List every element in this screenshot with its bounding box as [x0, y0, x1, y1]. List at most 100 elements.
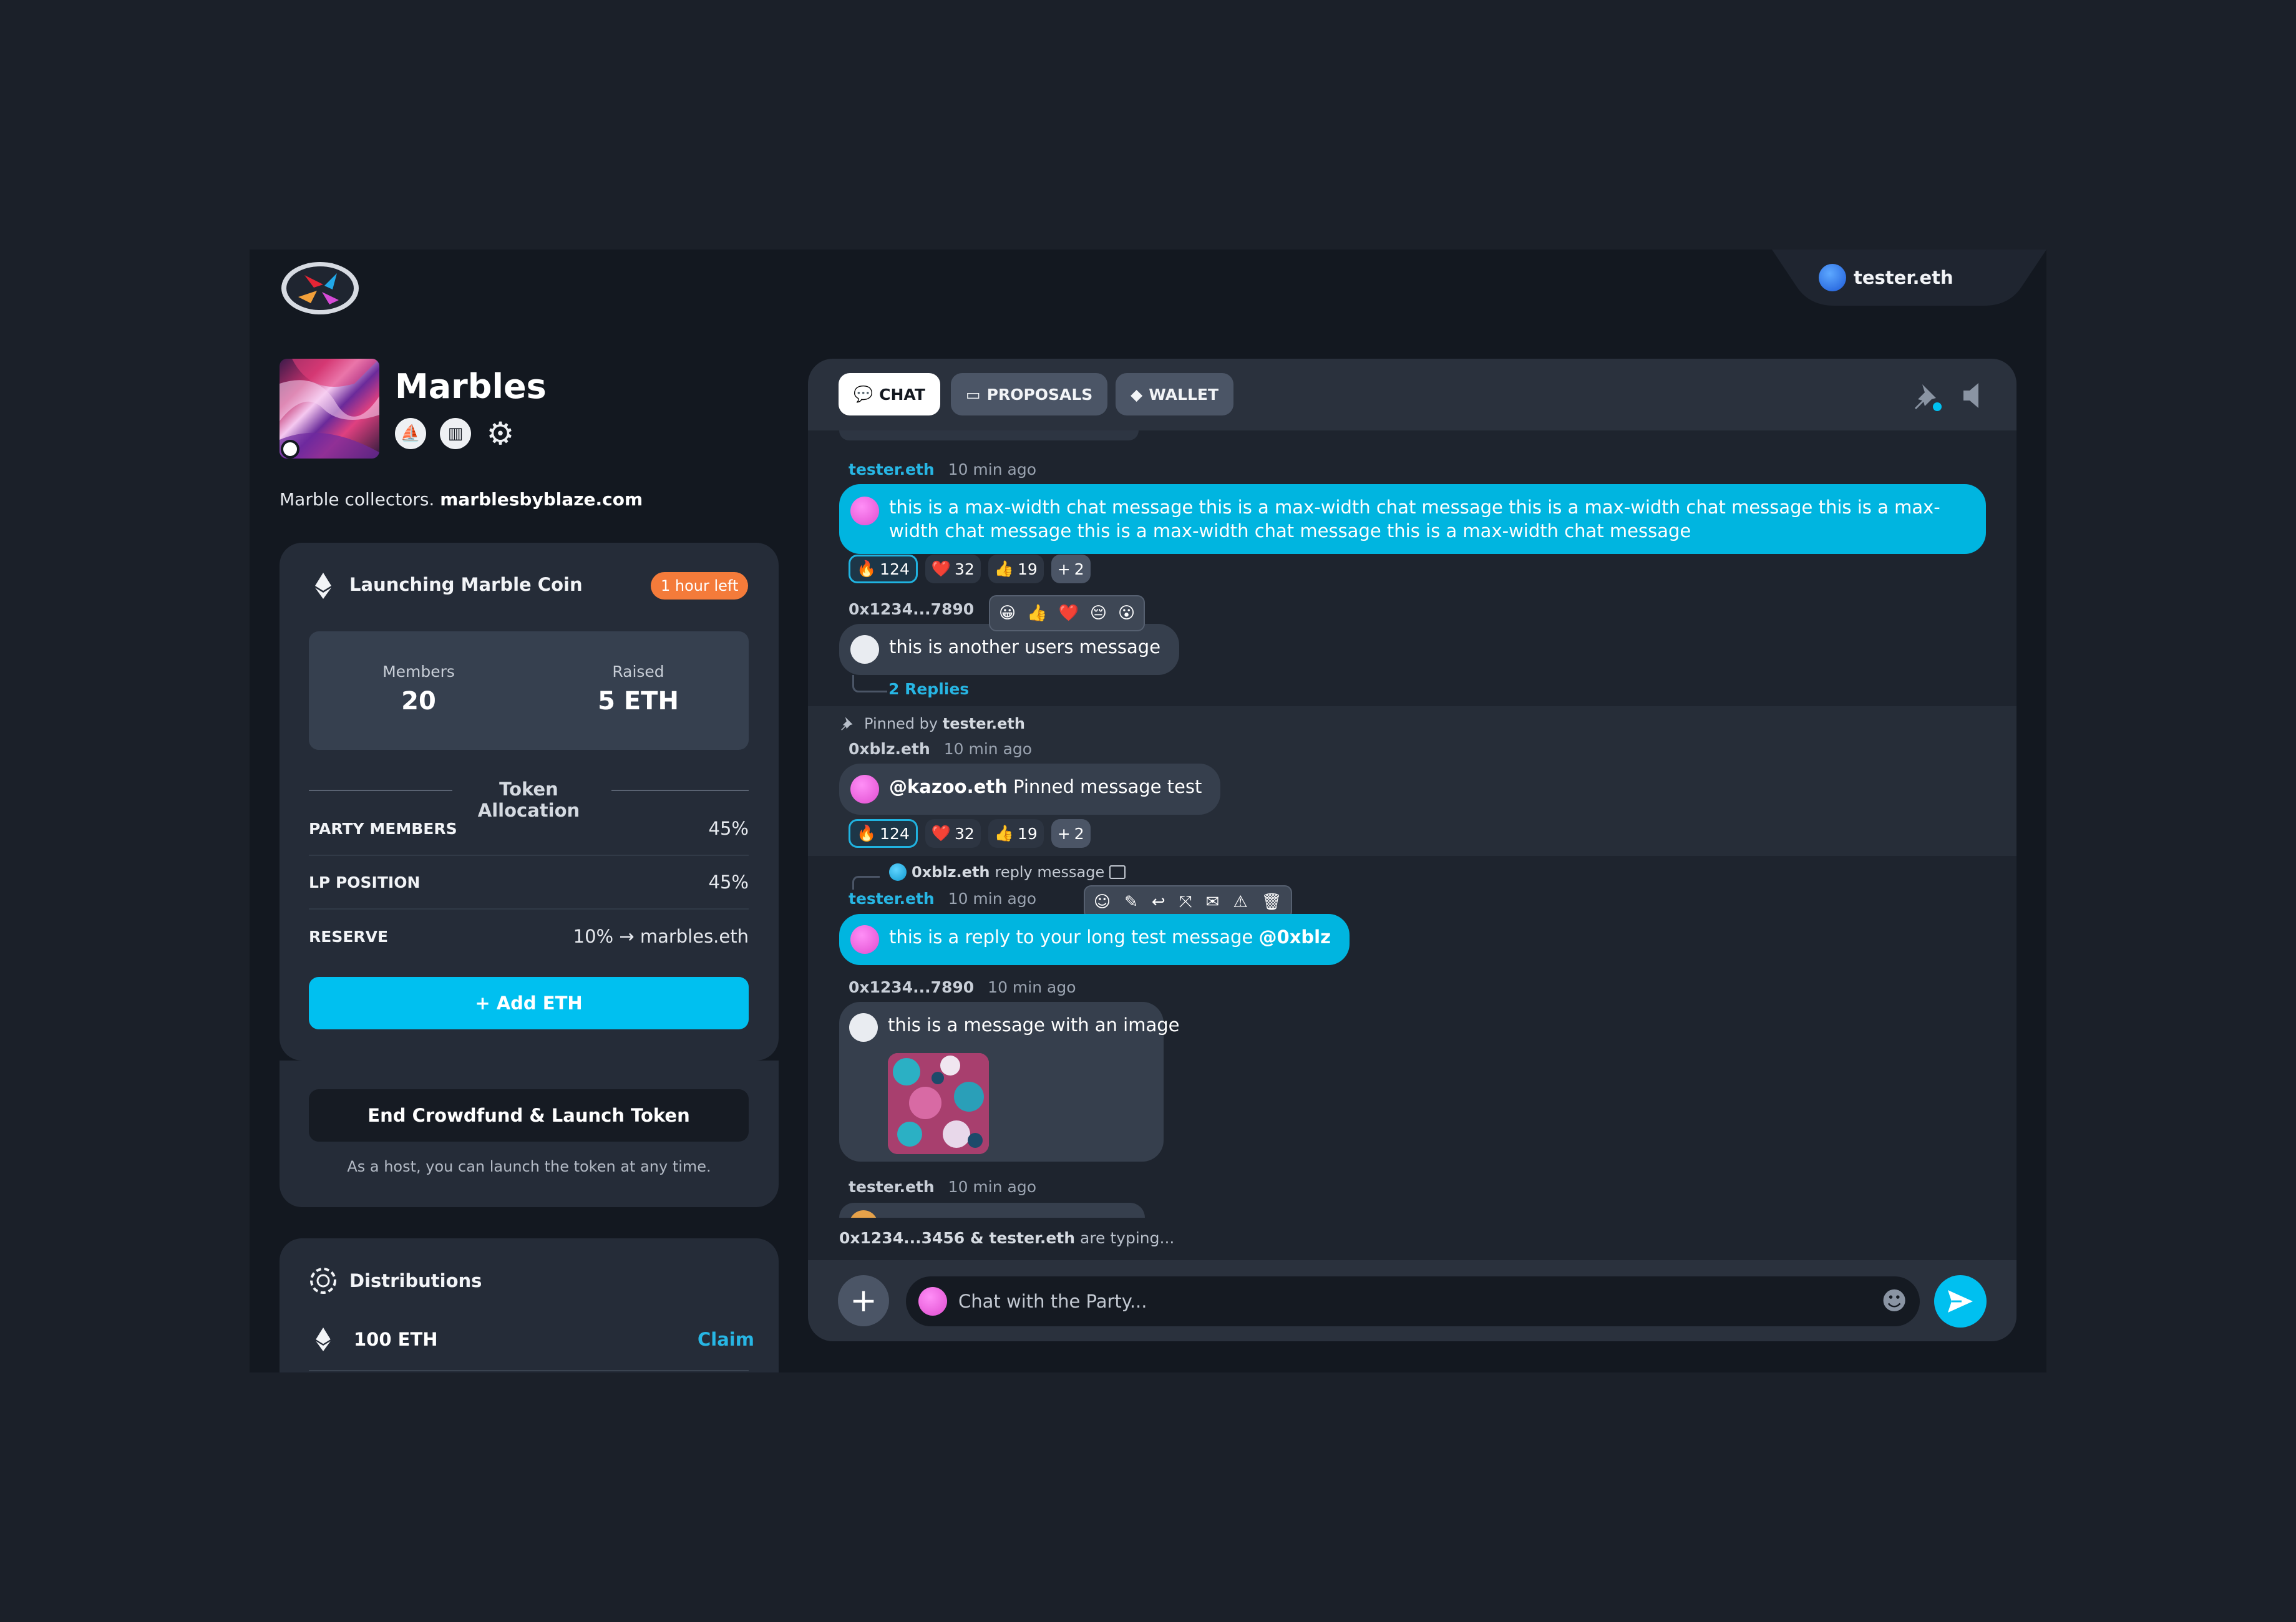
reaction-heart[interactable]: ❤️ 32 — [925, 555, 981, 583]
warning-icon[interactable]: ⚠ — [1233, 893, 1247, 911]
chat-message[interactable] — [839, 1203, 1145, 1218]
distributions-card — [280, 1238, 779, 1372]
tab-wallet[interactable]: ◆ WALLET — [1116, 373, 1234, 415]
allocation-divider-right — [611, 790, 749, 791]
reaction-bar: 🔥 124 ❤️ 32 👍 19 +2 — [849, 819, 1091, 848]
members-stat: Members 20 — [382, 663, 455, 716]
message-meta: tester.eth 10 min ago — [849, 1178, 1037, 1196]
gear-icon[interactable]: ⚙ — [485, 415, 516, 452]
message-meta: tester.eth 10 min ago — [849, 460, 1037, 478]
replies-link[interactable]: 2 Replies — [888, 680, 969, 698]
chat-icon: 💬 — [854, 385, 873, 403]
end-crowdfund-button[interactable]: End Crowdfund & Launch Token — [309, 1089, 749, 1142]
chat-message[interactable]: this is a max-width chat message this is… — [839, 484, 1986, 554]
claim-button[interactable]: Claim — [698, 1329, 754, 1350]
avatar — [849, 1210, 878, 1218]
party-status-icon — [281, 440, 299, 459]
party-logo-icon[interactable] — [280, 260, 361, 317]
pin-notifications-icon[interactable] — [1911, 381, 1943, 415]
chart-icon[interactable]: ▥ — [440, 418, 471, 449]
reaction-thumbs-up[interactable]: 👍 19 — [988, 819, 1044, 848]
emoji-option[interactable]: 😔 — [1090, 604, 1107, 623]
distributions-icon — [309, 1266, 338, 1298]
chat-input[interactable]: Chat with the Party... ☻ — [906, 1276, 1920, 1326]
send-icon — [1948, 1290, 1973, 1313]
opensea-icon[interactable]: ⛵ — [395, 418, 426, 449]
party-website-link[interactable]: marblesbyblaze.com — [440, 489, 643, 510]
user-account-button[interactable]: tester.eth — [1819, 262, 1953, 293]
avatar — [850, 925, 879, 954]
allocation-row: LP POSITION 45% — [309, 856, 749, 910]
reaction-more[interactable]: +2 — [1051, 819, 1091, 848]
chat-message[interactable]: @kazoo.eth Pinned message test — [839, 764, 1221, 815]
host-note: As a host, you can launch the token at a… — [347, 1158, 711, 1175]
avatar — [918, 1287, 947, 1316]
reply-reference[interactable]: 0xblz.eth reply message — [889, 863, 1126, 881]
mention[interactable]: @kazoo.eth — [889, 776, 1008, 797]
plus-icon: + — [850, 1282, 877, 1319]
raised-stat: Raised 5 ETH — [598, 663, 679, 716]
emoji-picker: 😀 👍 ❤️ 😔 😮 — [989, 595, 1146, 631]
user-avatar — [1819, 264, 1846, 291]
chat-message[interactable]: this is a reply to your long test messag… — [839, 914, 1350, 965]
add-eth-button[interactable]: + Add ETH — [309, 977, 749, 1029]
distribution-divider — [309, 1370, 749, 1371]
message-meta: 0x1234...789010 — [849, 600, 1008, 618]
crowdfund-title: Launching Marble Coin — [349, 574, 583, 595]
mail-icon[interactable]: ✉ — [1206, 893, 1220, 911]
trash-icon[interactable]: 🗑 — [1262, 893, 1282, 911]
typing-indicator: 0x1234...3456 & tester.eth are typing... — [839, 1229, 1175, 1247]
chat-message[interactable]: this is another users message — [839, 624, 1180, 675]
avatar — [849, 1013, 878, 1042]
emoji-picker-icon[interactable]: ☻ — [1881, 1287, 1907, 1316]
reaction-thumbs-up[interactable]: 👍 19 — [988, 555, 1044, 583]
distributions-title: Distributions — [349, 1270, 482, 1291]
avatar — [889, 863, 907, 881]
reaction-fire[interactable]: 🔥 124 — [849, 555, 918, 583]
emoji-option[interactable]: 😮 — [1118, 604, 1135, 623]
message-meta: 0xblz.eth 10 min ago — [849, 740, 1033, 758]
message-meta: tester.eth 10 min ago — [849, 890, 1037, 908]
ethereum-icon — [315, 573, 331, 601]
crowdfund-stats: Members 20 Raised 5 ETH — [309, 631, 749, 750]
pinned-by: Pinned by tester.eth — [864, 715, 1025, 732]
emoji-option[interactable]: 👍 — [1027, 604, 1047, 623]
message-text: this is a message with an image — [888, 1014, 1180, 1036]
message-image[interactable] — [888, 1053, 989, 1154]
allocation-row: PARTY MEMBERS 45% — [309, 802, 749, 856]
image-icon — [1109, 865, 1126, 879]
message-meta: 0x1234...7890 10 min ago — [849, 978, 1076, 996]
send-button[interactable] — [1934, 1275, 1987, 1328]
smile-icon[interactable]: ☺ — [1094, 893, 1111, 911]
ethereum-icon — [316, 1328, 331, 1354]
mute-icon[interactable] — [1961, 382, 1986, 412]
thread-line — [852, 675, 887, 692]
unpin-icon[interactable]: ⤧ — [1179, 893, 1192, 912]
message-text: this is a max-width chat message this is… — [889, 497, 1940, 541]
emoji-option[interactable]: ❤️ — [1058, 604, 1078, 623]
inbox-icon: ▭ — [966, 385, 981, 404]
avatar — [850, 775, 879, 804]
message-text: @kazoo.eth Pinned message test — [889, 776, 1202, 797]
tab-chat[interactable]: 💬 CHAT — [839, 373, 940, 415]
reaction-fire[interactable]: 🔥 124 — [849, 819, 918, 848]
ethereum-icon: ◆ — [1131, 385, 1143, 404]
message-text: this is another users message — [889, 636, 1161, 658]
chat-input-placeholder: Chat with the Party... — [958, 1291, 1147, 1312]
mention[interactable]: @0xblz — [1259, 926, 1331, 948]
party-description: Marble collectors. marblesbyblaze.com — [280, 489, 643, 510]
reaction-heart[interactable]: ❤️ 32 — [925, 819, 981, 848]
avatar — [850, 497, 879, 525]
avatar — [850, 635, 879, 664]
reply-icon[interactable]: ↩ — [1152, 893, 1165, 911]
distribution-amount: 100 ETH — [354, 1329, 438, 1350]
message-text: this is a reply to your long test messag… — [889, 926, 1331, 948]
reaction-bar: 🔥 124 ❤️ 32 👍 19 +2 — [849, 555, 1091, 583]
time-left-badge: 1 hour left — [651, 572, 749, 600]
pin-icon[interactable]: ✎ — [1124, 893, 1138, 911]
party-title: Marbles — [395, 367, 547, 406]
attach-button[interactable]: + — [838, 1275, 889, 1326]
reaction-more[interactable]: +2 — [1051, 555, 1091, 583]
emoji-option[interactable]: 😀 — [999, 604, 1016, 623]
tab-proposals[interactable]: ▭ PROPOSALS — [951, 373, 1108, 415]
